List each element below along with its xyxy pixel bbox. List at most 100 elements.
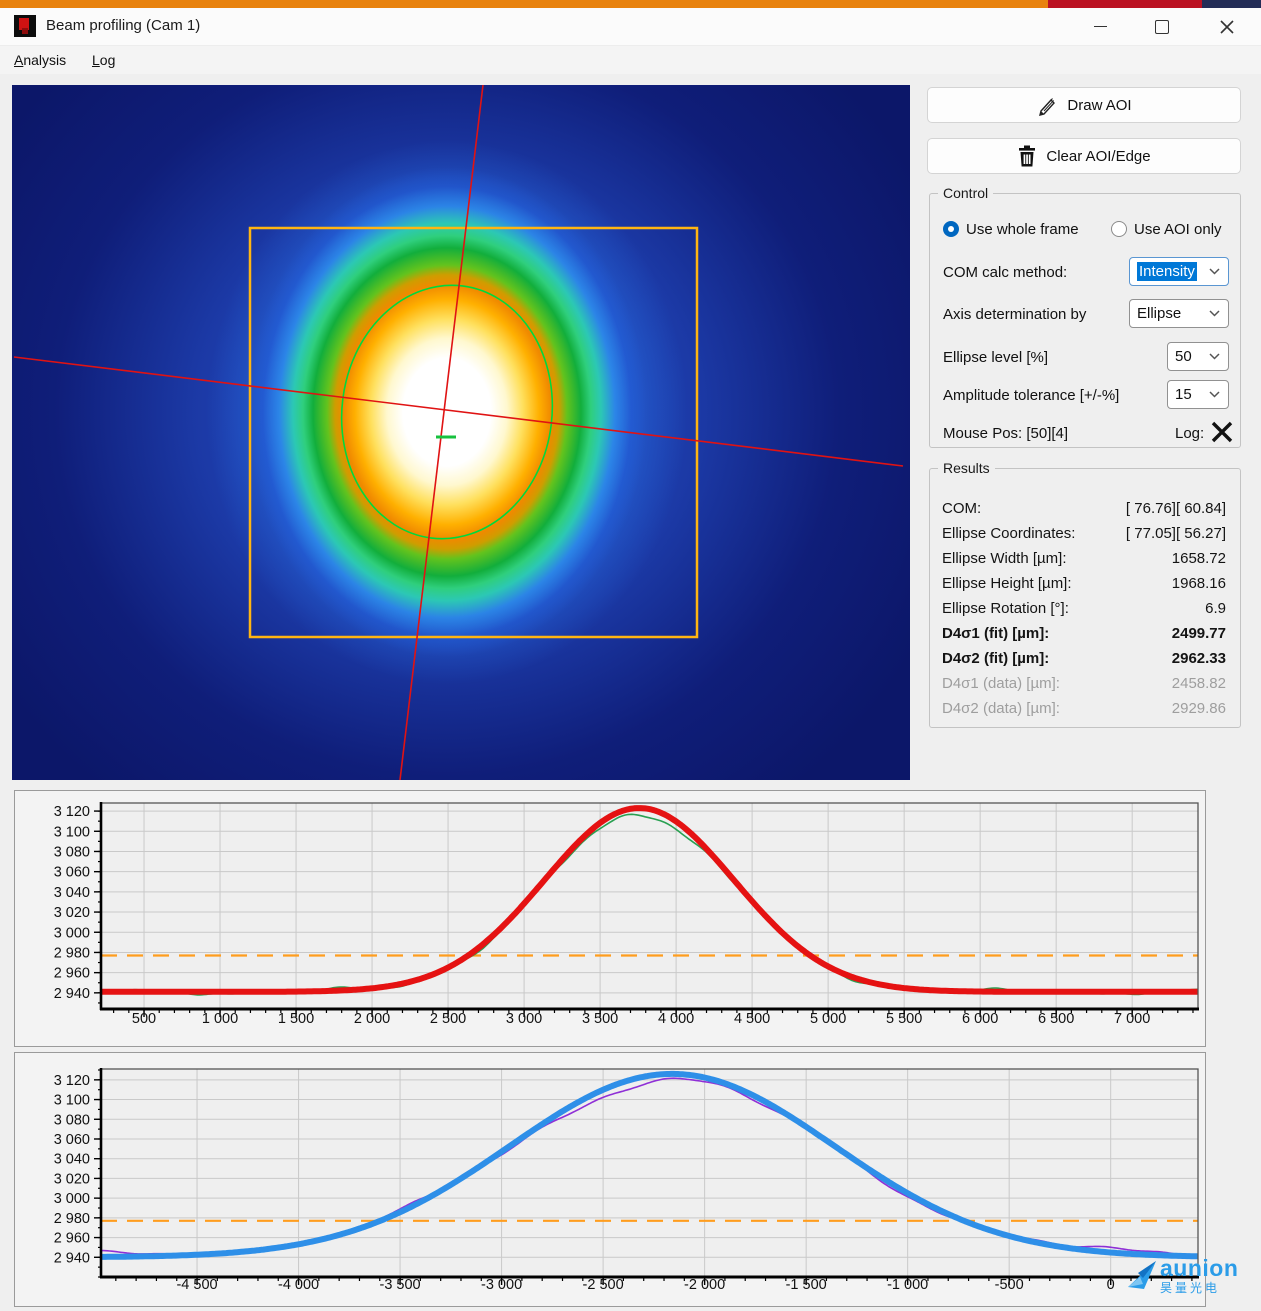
- menu-bar: Analysis Log: [0, 46, 1261, 74]
- beam-overlay: [12, 85, 910, 780]
- svg-text:3 120: 3 120: [54, 1073, 90, 1089]
- chevron-down-icon: [1209, 353, 1220, 360]
- vendor-logo-icon: [1126, 1257, 1160, 1293]
- svg-text:4 500: 4 500: [734, 1011, 770, 1027]
- svg-text:2 940: 2 940: [54, 986, 90, 1002]
- radio-use-aoi-only-label: Use AOI only: [1134, 221, 1222, 238]
- svg-text:3 020: 3 020: [54, 905, 90, 921]
- result-label: D4σ2 (data) [µm]:: [942, 700, 1060, 717]
- svg-text:2 960: 2 960: [54, 1231, 90, 1247]
- result-label: D4σ1 (fit) [µm]:: [942, 625, 1049, 642]
- result-row: Ellipse Rotation [°]: 6.9: [942, 596, 1226, 621]
- x-profile-chart-svg: 5001 0001 5002 0002 5003 0003 5004 0004 …: [15, 791, 1205, 1046]
- svg-text:3 120: 3 120: [54, 804, 90, 820]
- svg-text:-4 500: -4 500: [176, 1277, 217, 1293]
- result-label: COM:: [942, 500, 981, 517]
- radio-use-whole-frame-label: Use whole frame: [966, 221, 1079, 238]
- result-value: 2458.82: [1172, 675, 1226, 692]
- result-row: COM: [ 76.76][ 60.84]: [942, 496, 1226, 521]
- result-value: 1658.72: [1172, 550, 1226, 567]
- com-calc-method-select[interactable]: Intensity: [1129, 257, 1229, 286]
- svg-text:7 000: 7 000: [1114, 1011, 1150, 1027]
- results-group-title: Results: [938, 460, 995, 476]
- results-group: Results COM:[ 76.76][ 60.84]Ellipse Coor…: [929, 468, 1241, 728]
- log-x-icon[interactable]: [1210, 420, 1234, 444]
- svg-text:4 000: 4 000: [658, 1011, 694, 1027]
- background-window-strip: [0, 0, 1261, 8]
- draw-aoi-button[interactable]: Draw AOI: [927, 87, 1241, 123]
- beam-ellipse: [327, 273, 566, 551]
- strip-red: [1048, 0, 1202, 8]
- svg-text:2 980: 2 980: [54, 1211, 90, 1227]
- mouse-pos-readout: Mouse Pos: [50][4]: [943, 425, 1068, 442]
- close-button[interactable]: [1204, 11, 1250, 42]
- svg-text:3 000: 3 000: [54, 1191, 90, 1207]
- trash-icon: [1017, 145, 1037, 167]
- result-value: 2962.33: [1172, 650, 1226, 667]
- result-row: Ellipse Width [µm]: 1658.72: [942, 546, 1226, 571]
- svg-text:3 020: 3 020: [54, 1171, 90, 1187]
- result-label: D4σ1 (data) [µm]:: [942, 675, 1060, 692]
- svg-text:3 040: 3 040: [54, 885, 90, 901]
- amplitude-tolerance-select[interactable]: 15: [1167, 380, 1229, 409]
- com-calc-method-label: COM calc method:: [943, 264, 1067, 281]
- svg-text:3 080: 3 080: [54, 1112, 90, 1128]
- result-label: Ellipse Width [µm]:: [942, 550, 1067, 567]
- svg-text:1 500: 1 500: [278, 1011, 314, 1027]
- axis-determination-select[interactable]: Ellipse: [1129, 299, 1229, 328]
- maximize-button[interactable]: [1139, 11, 1185, 42]
- amplitude-tolerance-label: Amplitude tolerance [+/-%]: [943, 387, 1119, 404]
- radio-use-aoi-only[interactable]: [1111, 221, 1127, 237]
- x-profile-chart: 5001 0001 5002 0002 5003 0003 5004 0004 …: [15, 791, 1205, 1051]
- strip-navy: [1202, 0, 1261, 8]
- menu-item-analysis[interactable]: Analysis: [8, 49, 72, 71]
- svg-text:3 500: 3 500: [582, 1011, 618, 1027]
- result-row: D4σ1 (data) [µm]: 2458.82: [942, 671, 1226, 696]
- window-title: Beam profiling (Cam 1): [46, 17, 200, 34]
- svg-text:3 100: 3 100: [54, 1093, 90, 1109]
- title-bar: Beam profiling (Cam 1): [0, 8, 1261, 46]
- chevron-down-icon: [1209, 310, 1220, 317]
- radio-use-whole-frame[interactable]: [943, 221, 959, 237]
- result-value: 2929.86: [1172, 700, 1226, 717]
- y-profile-chart-svg: -4 500-4 000-3 500-3 000-2 500-2 000-1 5…: [15, 1053, 1205, 1306]
- chevron-down-icon: [1209, 391, 1220, 398]
- minimize-icon: [1094, 26, 1107, 27]
- close-icon: [1220, 20, 1234, 34]
- ellipse-level-select[interactable]: 50: [1167, 342, 1229, 371]
- axis-determination-label: Axis determination by: [943, 306, 1086, 323]
- axis-determination-value: Ellipse: [1137, 305, 1181, 322]
- svg-text:2 500: 2 500: [430, 1011, 466, 1027]
- svg-text:5 000: 5 000: [810, 1011, 846, 1027]
- svg-text:-2 000: -2 000: [684, 1277, 725, 1293]
- strip-orange: [0, 0, 1048, 8]
- clear-aoi-label: Clear AOI/Edge: [1046, 148, 1150, 165]
- svg-text:500: 500: [132, 1011, 156, 1027]
- svg-text:2 960: 2 960: [54, 966, 90, 982]
- result-label: D4σ2 (fit) [µm]:: [942, 650, 1049, 667]
- vendor-watermark: aunion 昊量光电: [1126, 1257, 1260, 1305]
- result-label: Ellipse Rotation [°]:: [942, 600, 1069, 617]
- clear-aoi-button[interactable]: Clear AOI/Edge: [927, 138, 1241, 174]
- chevron-down-icon: [1209, 268, 1220, 275]
- result-value: 6.9: [1205, 600, 1226, 617]
- svg-text:-2 500: -2 500: [583, 1277, 624, 1293]
- result-value: 1968.16: [1172, 575, 1226, 592]
- beam-image-canvas[interactable]: [12, 85, 910, 780]
- draw-aoi-label: Draw AOI: [1067, 97, 1131, 114]
- minimize-button[interactable]: [1077, 11, 1123, 42]
- crosshair-horizontal: [14, 357, 903, 466]
- svg-text:5 500: 5 500: [886, 1011, 922, 1027]
- ellipse-level-label: Ellipse level [%]: [943, 349, 1048, 366]
- result-label: Ellipse Coordinates:: [942, 525, 1075, 542]
- menu-item-log[interactable]: Log: [86, 49, 121, 71]
- result-value: 2499.77: [1172, 625, 1226, 642]
- result-row: Ellipse Height [µm]:1968.16: [942, 571, 1226, 596]
- amplitude-tolerance-value: 15: [1175, 386, 1192, 403]
- crosshair-vertical: [400, 85, 483, 780]
- svg-text:3 000: 3 000: [506, 1011, 542, 1027]
- result-value: [ 76.76][ 60.84]: [1126, 500, 1226, 517]
- maximize-icon: [1155, 20, 1169, 34]
- svg-text:2 980: 2 980: [54, 945, 90, 961]
- svg-text:3 080: 3 080: [54, 844, 90, 860]
